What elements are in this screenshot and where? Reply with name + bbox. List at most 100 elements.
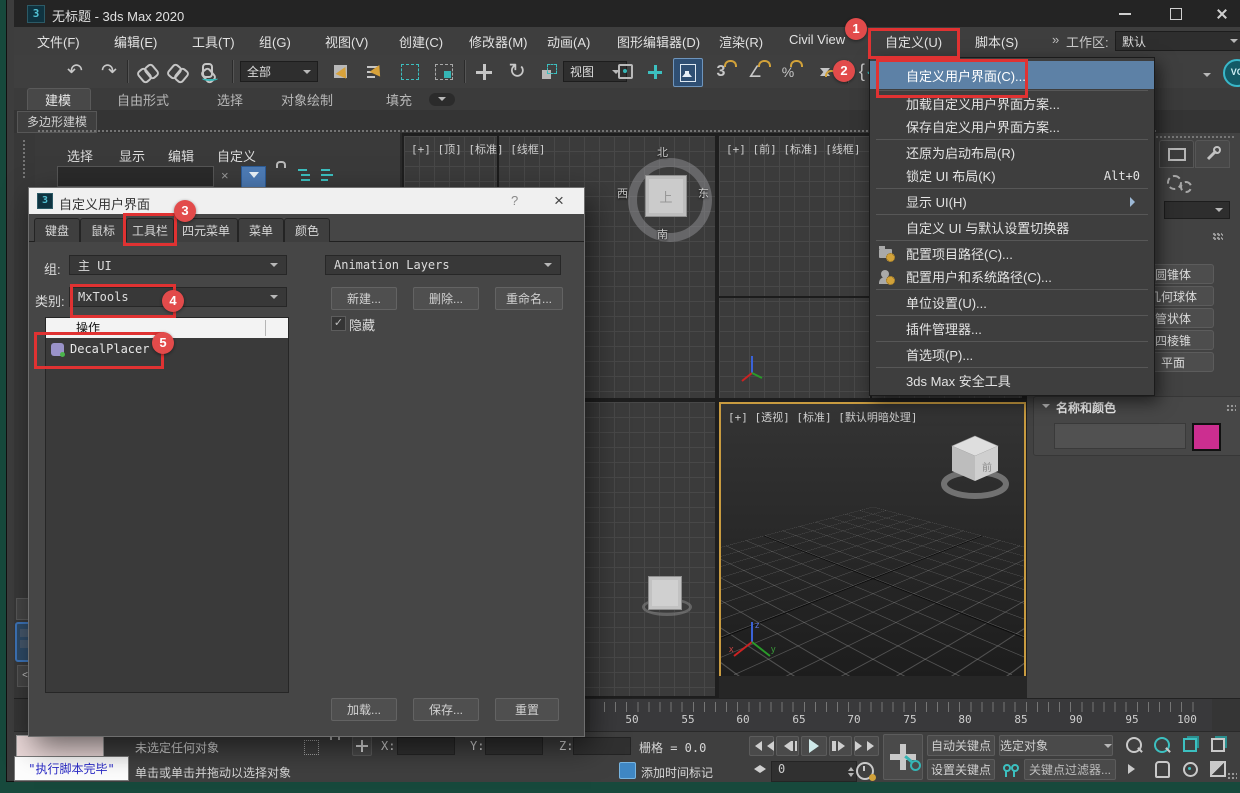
hierarchy-view-icon[interactable] [298,169,312,182]
select-and-move-icon[interactable] [470,55,498,88]
menu-civil-view[interactable]: Civil View [789,32,845,47]
menu-item-units-setup[interactable]: 单位设置(U)... [870,291,1154,314]
zoom-extents-all-icon[interactable] [1208,735,1228,755]
pan-hand-icon[interactable] [1152,759,1172,779]
menu-views[interactable]: 视图(V) [325,32,368,51]
bind-to-space-warp-icon[interactable] [198,55,224,88]
rename-button[interactable]: 重命名... [495,287,563,310]
unlink-selection-icon[interactable] [166,55,192,88]
auto-key-button[interactable]: 自动关键点 [927,735,995,756]
select-and-rotate-icon[interactable]: ↻ [503,55,531,88]
close-button[interactable] [1200,0,1240,27]
select-and-scale-icon[interactable] [536,55,562,88]
keyboard-shortcut-override-icon[interactable] [673,58,703,87]
object-category-dropdown[interactable] [1164,201,1230,219]
tab-mouse[interactable]: 鼠标 [80,218,126,242]
menu-item-revert-layout[interactable]: 还原为启动布局(R) [870,141,1154,164]
save-button[interactable]: 保存... [413,698,479,721]
object-name-input[interactable] [1054,423,1186,449]
previous-frame-icon[interactable] [776,736,799,756]
time-configuration-icon[interactable] [856,762,874,780]
dialog-close-icon[interactable]: × [554,191,564,211]
rectangular-selection-region-icon[interactable] [396,55,424,88]
group-dropdown[interactable]: 主 UI [69,255,287,275]
current-frame-field[interactable]: 0 [771,761,857,782]
ribbon-tab-populate[interactable]: 填充 [386,90,412,109]
zoom-extents-icon[interactable] [1180,735,1200,755]
key-mode-toggle-icon[interactable] [750,765,770,773]
viewcube-ortho-icon[interactable] [648,576,682,610]
menu-item-save-ui-scheme[interactable]: 保存自定义用户界面方案... [870,115,1154,138]
zoom-icon[interactable] [1124,735,1144,755]
toolbar-overflow-icon[interactable]: » [1052,32,1059,47]
menu-edit[interactable]: 编辑(E) [114,32,157,51]
zoom-all-icon[interactable] [1152,735,1172,755]
menu-file[interactable]: 文件(F) [37,32,80,51]
window-crossing-icon[interactable] [430,55,458,88]
explorer-search-input[interactable] [57,166,214,187]
menu-modifiers[interactable]: 修改器(M) [469,32,528,51]
maximize-button[interactable] [1154,0,1198,27]
undo-icon[interactable]: ↶ [62,55,88,88]
go-to-end-icon[interactable] [854,736,879,756]
menu-tools[interactable]: 工具(T) [192,32,235,51]
load-button[interactable]: 加载... [331,698,397,721]
menu-scripting[interactable]: 脚本(S) [975,32,1018,51]
angle-snap-icon[interactable]: ∠ [745,55,773,88]
clear-search-icon[interactable]: × [221,168,229,183]
menu-item-security-tools[interactable]: 3ds Max 安全工具 [870,369,1154,392]
z-coordinate-field[interactable] [573,737,631,755]
utilities-panel-tab[interactable] [1195,140,1230,168]
play-icon[interactable] [801,736,827,756]
ribbon-minimize-icon[interactable] [429,93,455,106]
viewcube-perspective-icon[interactable]: 前 [939,426,1011,502]
tab-keyboard[interactable]: 键盘 [34,218,80,242]
next-frame-icon[interactable] [829,736,852,756]
menu-animation[interactable]: 动画(A) [547,32,590,51]
explorer-menu-select[interactable]: 选择 [67,146,93,165]
viewport-perspective-label[interactable]: [+] [透视] [标准] [默认明暗处理] [728,409,917,425]
menu-item-plugin-manager[interactable]: 插件管理器... [870,317,1154,340]
menu-item-lock-ui[interactable]: 锁定 UI 布局(K)Alt+0 [870,164,1154,187]
zoom-region-icon[interactable] [1124,759,1144,779]
time-ruler[interactable]: 50 55 60 65 70 75 80 85 90 95 100 [590,699,1212,732]
use-pivot-center-icon[interactable] [612,55,638,88]
viewport-top-label[interactable]: [+] [顶] [标准] [线框] [411,141,545,157]
viewcube-top-icon[interactable]: 北 南 东 西 上 [617,144,709,240]
select-by-name-icon[interactable] [360,55,388,88]
add-time-tag[interactable]: 添加时间标记 [641,764,713,781]
tab-menus[interactable]: 菜单 [238,218,284,242]
maxscript-listener-result[interactable]: "执行脚本完毕" [14,756,129,781]
systems-gear-small-icon[interactable] [1180,181,1192,193]
viewport-front-label[interactable]: [+] [前] [标准] [线框] [726,141,860,157]
redo-icon[interactable]: ↷ [96,55,122,88]
new-button[interactable]: 新建... [331,287,397,310]
explorer-menu-display[interactable]: 显示 [119,146,145,165]
workspace-dropdown[interactable]: 默认 [1115,31,1240,51]
reset-button[interactable]: 重置 [495,698,559,721]
action-list[interactable]: 操作 DecalPlacer [45,317,289,693]
set-key-button[interactable]: 设置关键点 [927,759,995,780]
select-object-icon[interactable] [326,55,354,88]
menu-item-preferences[interactable]: 首选项(P)... [870,343,1154,366]
toolbar-more-icon[interactable] [1203,73,1211,81]
title-bar[interactable]: 3 无标题 - 3ds Max 2020 [14,0,1240,27]
menu-create[interactable]: 创建(C) [399,32,443,51]
menu-graph-editors[interactable]: 图形编辑器(D) [617,32,700,51]
maximize-viewport-icon[interactable] [1208,759,1228,779]
object-color-swatch[interactable] [1192,423,1221,451]
set-keys-button[interactable] [883,734,923,780]
selection-region-icon[interactable] [304,740,319,755]
hide-checkbox[interactable]: ✓ [331,316,346,331]
delete-button[interactable]: 删除... [413,287,479,310]
orbit-icon[interactable] [1180,759,1200,779]
selection-filter-dropdown[interactable]: 全部 [240,61,318,82]
y-coordinate-field[interactable] [485,737,543,755]
tab-colors[interactable]: 颜色 [284,218,330,242]
maxscript-mini-listener[interactable] [16,735,104,757]
ribbon-tab-object-paint[interactable]: 对象绘制 [281,90,333,109]
menu-group[interactable]: 组(G) [259,32,291,51]
select-and-manipulate-icon[interactable] [642,55,668,88]
dialog-title-bar[interactable]: 3 自定义用户界面 ? × [29,188,584,214]
absolute-offset-toggle-icon[interactable] [352,736,372,756]
